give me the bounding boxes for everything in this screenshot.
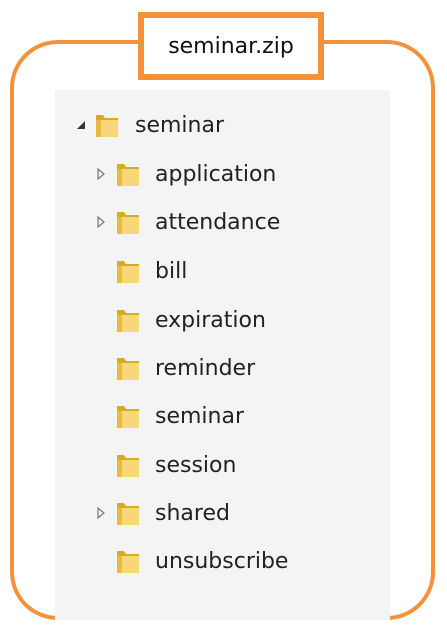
collapsed-arrow-icon[interactable] <box>95 507 107 519</box>
tree-item-seminar[interactable]: seminar <box>55 398 390 434</box>
folder-icon <box>113 546 143 576</box>
folder-tree: seminar application attendance bill expi… <box>55 90 390 620</box>
tree-item-expiration[interactable]: expiration <box>55 302 390 338</box>
folder-tree-panel: seminar application attendance bill expi… <box>55 90 390 620</box>
tree-item-label: expiration <box>155 308 266 333</box>
tree-item-label: attendance <box>155 210 281 235</box>
tree-item-unsubscribe[interactable]: unsubscribe <box>55 543 390 579</box>
tree-item-label: unsubscribe <box>155 549 289 574</box>
tree-root-row[interactable]: seminar <box>55 107 390 143</box>
folder-icon <box>113 207 143 237</box>
tree-item-label: reminder <box>155 356 256 381</box>
folder-icon <box>113 256 143 286</box>
tree-root-label: seminar <box>135 113 225 138</box>
tree-item-bill[interactable]: bill <box>55 253 390 289</box>
archive-title-box: seminar.zip <box>138 12 324 80</box>
tree-item-reminder[interactable]: reminder <box>55 350 390 386</box>
collapsed-arrow-icon[interactable] <box>95 216 107 228</box>
tree-item-label: bill <box>155 259 188 284</box>
expanded-arrow-icon[interactable] <box>75 119 87 131</box>
tree-item-attendance[interactable]: attendance <box>55 204 390 240</box>
folder-icon <box>113 305 143 335</box>
folder-icon <box>113 353 143 383</box>
tree-item-shared[interactable]: shared <box>55 495 390 531</box>
folder-icon <box>113 401 143 431</box>
tree-item-session[interactable]: session <box>55 447 390 483</box>
folder-icon <box>92 110 122 140</box>
collapsed-arrow-icon[interactable] <box>95 168 107 180</box>
tree-item-application[interactable]: application <box>55 156 390 192</box>
folder-icon <box>113 450 143 480</box>
tree-item-label: application <box>155 162 277 187</box>
tree-item-label: shared <box>155 501 230 526</box>
tree-item-label: seminar <box>155 404 245 429</box>
folder-icon <box>113 498 143 528</box>
folder-icon <box>113 159 143 189</box>
archive-title: seminar.zip <box>168 33 294 59</box>
tree-item-label: session <box>155 453 237 478</box>
